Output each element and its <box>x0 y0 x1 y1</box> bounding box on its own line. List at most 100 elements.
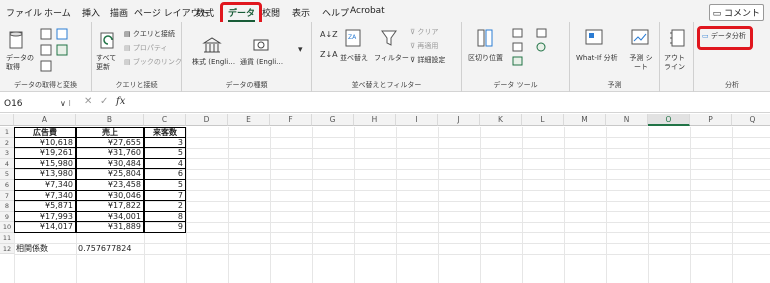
row-header[interactable]: 6 <box>0 180 14 191</box>
datatypes-expand-icon[interactable]: ▾ <box>298 46 303 55</box>
table-cell[interactable]: 2 <box>144 201 186 212</box>
from-text-icon[interactable] <box>40 28 54 40</box>
table-cell[interactable]: ¥25,804 <box>76 169 144 180</box>
get-data-button[interactable]: データの 取得 <box>6 54 36 72</box>
comment-button[interactable]: ▭ コメント <box>708 4 764 21</box>
row-header[interactable]: 5 <box>0 169 14 180</box>
row-header[interactable]: 12 <box>0 243 14 255</box>
column-header[interactable]: E <box>228 114 270 126</box>
column-header[interactable]: P <box>690 114 732 126</box>
table-cell[interactable]: 3 <box>144 137 186 149</box>
consolidate-icon[interactable] <box>536 28 548 39</box>
table-cell[interactable]: ¥14,017 <box>14 222 76 233</box>
column-header[interactable]: Q <box>732 114 770 126</box>
sort-za-icon[interactable]: Z↓A <box>320 50 338 59</box>
column-header[interactable]: D <box>186 114 228 126</box>
forecast-sheet-button[interactable]: 予測 シート <box>628 54 654 72</box>
column-header[interactable]: O <box>648 114 690 126</box>
menu-tab[interactable]: ファイル <box>6 6 42 19</box>
flash-fill-icon[interactable] <box>512 28 524 39</box>
table-cell[interactable]: ¥17,822 <box>76 201 144 212</box>
enter-icon[interactable]: ✓ <box>100 97 108 107</box>
table-cell[interactable]: ¥7,340 <box>14 180 76 191</box>
advanced-button[interactable]: ⊽ 詳細設定 <box>410 56 445 65</box>
table-cell[interactable]: ¥13,980 <box>14 169 76 180</box>
menu-tab[interactable]: ホーム <box>44 6 71 19</box>
data-validation-icon[interactable] <box>512 56 524 67</box>
outline-button[interactable]: アウト ライン <box>664 54 692 72</box>
row-header[interactable]: 1 <box>0 127 14 138</box>
row-header[interactable]: 8 <box>0 201 14 212</box>
currency-button[interactable]: 通貨 (Engli… <box>240 58 283 67</box>
table-cell[interactable]: ¥31,760 <box>76 148 144 159</box>
column-header[interactable]: N <box>606 114 648 126</box>
table-cell[interactable]: 9 <box>144 222 186 233</box>
whatif-button[interactable]: What-If 分析 <box>576 54 618 63</box>
table-cell[interactable]: 来客数 <box>144 127 186 138</box>
column-header[interactable]: F <box>270 114 312 126</box>
text-to-columns-button[interactable]: 区切り位置 <box>468 54 503 63</box>
column-header[interactable]: M <box>564 114 606 126</box>
table-cell[interactable]: ¥7,340 <box>14 190 76 202</box>
table-cell[interactable]: 4 <box>144 158 186 170</box>
from-web-icon[interactable] <box>56 28 70 40</box>
column-header[interactable]: I <box>396 114 438 126</box>
existing-connections-icon[interactable] <box>40 60 54 72</box>
table-cell[interactable]: ¥10,618 <box>14 137 76 149</box>
column-header[interactable]: B <box>76 114 144 126</box>
table-cell[interactable]: ¥31,889 <box>76 222 144 233</box>
column-header[interactable]: A <box>14 114 76 126</box>
table-cell[interactable]: 売上 <box>76 127 144 138</box>
stock-button[interactable]: 株式 (Engli… <box>192 58 235 67</box>
relationships-icon[interactable] <box>536 42 548 53</box>
row-header[interactable]: 2 <box>0 137 14 149</box>
cancel-icon[interactable]: ✕ <box>84 97 92 107</box>
row-header[interactable]: 4 <box>0 158 14 170</box>
table-cell[interactable]: 8 <box>144 211 186 223</box>
select-all-corner[interactable] <box>0 114 14 126</box>
fx-icon[interactable]: fx <box>116 97 125 107</box>
row-header[interactable]: 7 <box>0 190 14 202</box>
table-cell[interactable]: ¥23,458 <box>76 180 144 191</box>
table-cell[interactable]: ¥5,871 <box>14 201 76 212</box>
name-box-dropdown-icon[interactable]: ∨ ⁝ <box>60 99 71 108</box>
menu-tab[interactable]: Acrobat <box>350 6 385 16</box>
row-header[interactable]: 9 <box>0 211 14 223</box>
table-cell[interactable]: 7 <box>144 190 186 202</box>
menu-tab[interactable]: 挿入 <box>82 6 100 19</box>
column-header[interactable]: H <box>354 114 396 126</box>
row-header[interactable]: 10 <box>0 222 14 233</box>
remove-duplicates-icon[interactable] <box>512 42 524 53</box>
table-cell[interactable]: ¥34,001 <box>76 211 144 223</box>
column-header[interactable]: C <box>144 114 186 126</box>
table-cell[interactable]: ¥17,993 <box>14 211 76 223</box>
formula-input[interactable] <box>136 97 756 110</box>
table-cell[interactable]: ¥30,484 <box>76 158 144 170</box>
table-cell[interactable]: ¥30,046 <box>76 190 144 202</box>
recent-sources-icon[interactable] <box>56 44 70 56</box>
table-cell[interactable]: 広告費 <box>14 127 76 138</box>
properties-button[interactable]: ▤ プロパティ <box>124 44 167 53</box>
table-cell[interactable]: ¥19,261 <box>14 148 76 159</box>
table-cell[interactable]: 5 <box>144 180 186 191</box>
column-header[interactable]: J <box>438 114 480 126</box>
menu-tab[interactable]: 描画 <box>110 6 128 19</box>
sort-az-icon[interactable]: A↓Z <box>320 30 338 39</box>
menu-tab[interactable]: 数式 <box>196 6 214 19</box>
table-cell[interactable]: 0.757677824 <box>76 244 144 255</box>
filter-button[interactable]: フィルター <box>374 54 409 63</box>
workbook-links-button[interactable]: ▤ ブックのリンク <box>124 58 182 67</box>
row-header[interactable]: 3 <box>0 148 14 159</box>
row-header[interactable]: 11 <box>0 233 14 244</box>
queries-connections-button[interactable]: ▤ クエリと接続 <box>124 30 175 39</box>
name-box[interactable]: O16 <box>4 97 64 111</box>
sort-button[interactable]: 並べ替え <box>340 54 368 63</box>
reapply-button[interactable]: ⊽ 再適用 <box>410 42 438 51</box>
table-cell[interactable]: 6 <box>144 169 186 180</box>
refresh-all-button[interactable]: すべて 更新 <box>96 54 122 72</box>
table-cell[interactable]: ¥27,655 <box>76 137 144 149</box>
table-cell[interactable]: 相関係数 <box>14 244 76 255</box>
column-header[interactable]: K <box>480 114 522 126</box>
clear-button[interactable]: ⊽ クリア <box>410 28 438 37</box>
column-header[interactable]: G <box>312 114 354 126</box>
